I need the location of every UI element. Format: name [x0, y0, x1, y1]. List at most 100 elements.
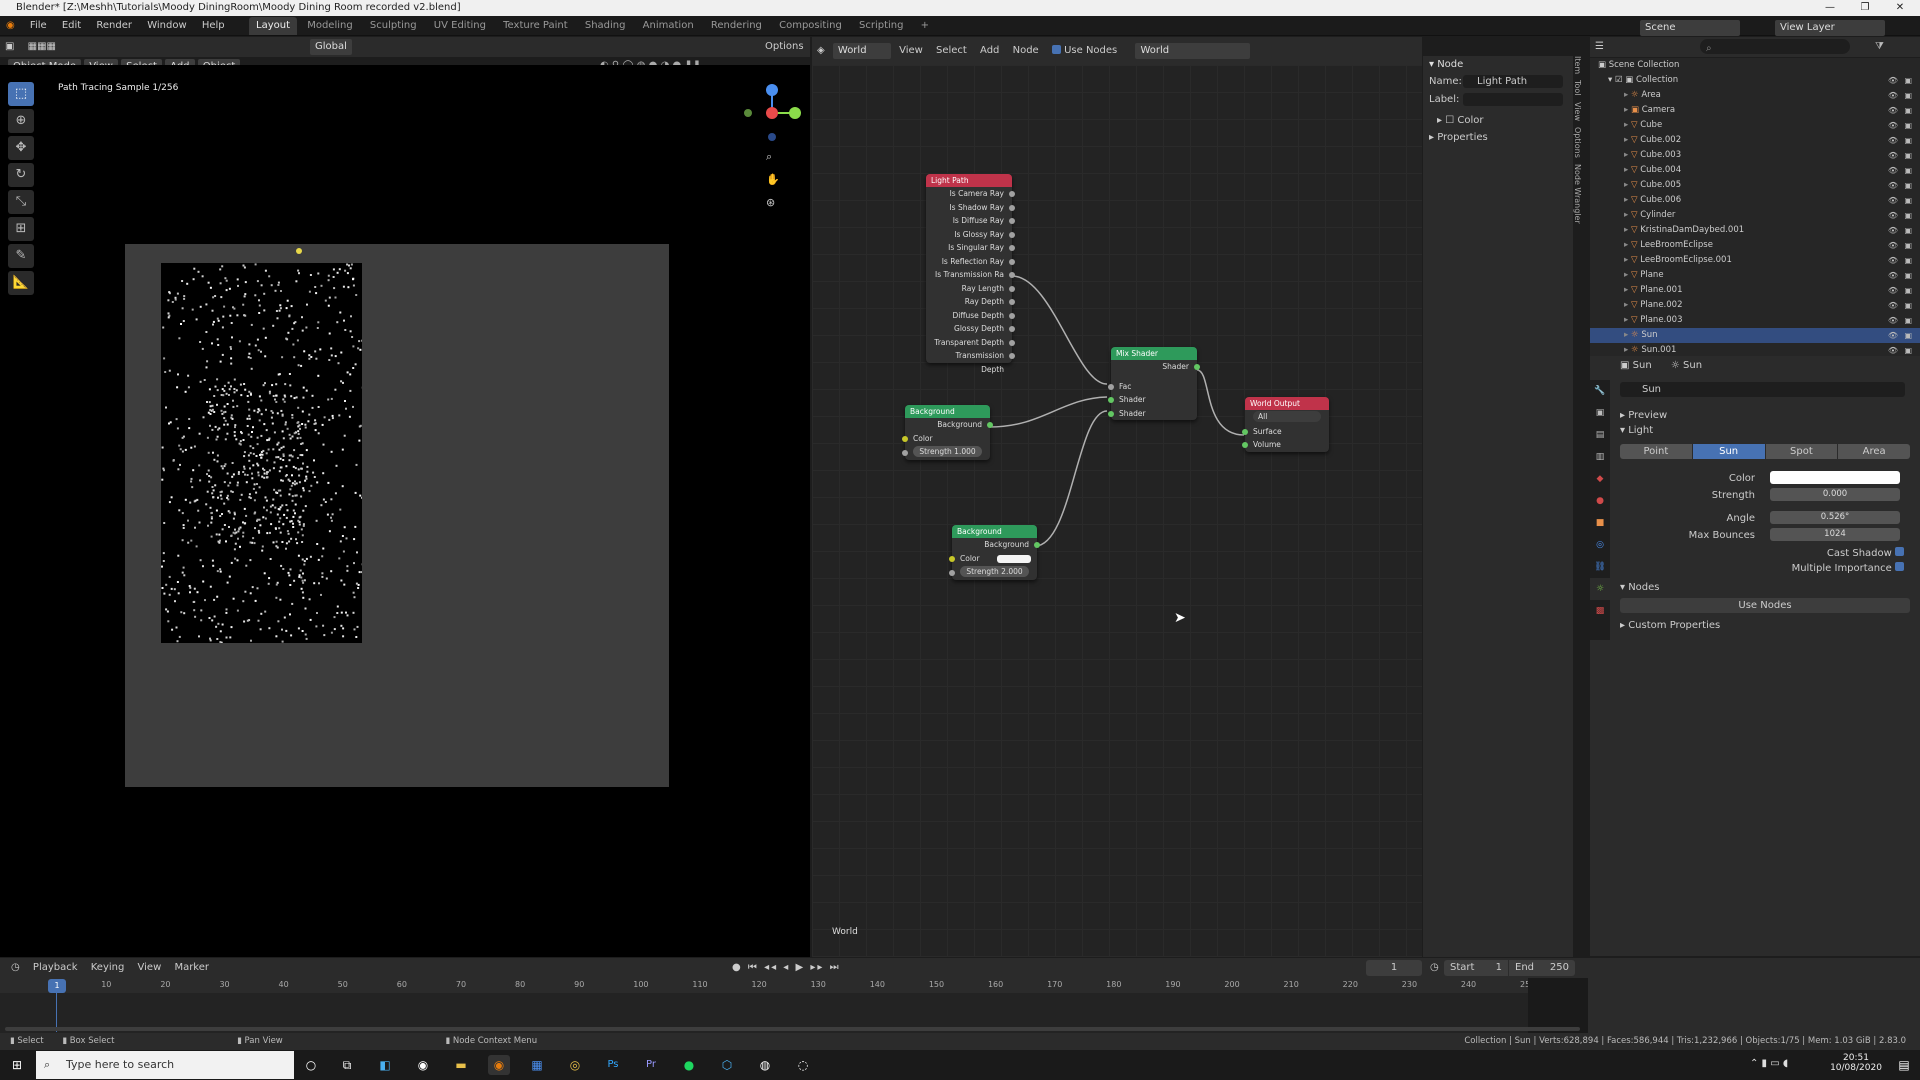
menu-help[interactable]: Help: [196, 16, 231, 36]
scene-selector[interactable]: Scene: [1640, 20, 1740, 36]
outliner-item[interactable]: ▸ ☼ Sun 👁 ▣: [1590, 328, 1920, 343]
current-frame-field[interactable]: 1: [1366, 960, 1422, 976]
tab-scripting[interactable]: Scripting: [852, 17, 910, 35]
app-icon-1[interactable]: ◧: [374, 1055, 396, 1075]
start-frame-field[interactable]: Start 1: [1444, 960, 1508, 976]
calculator-icon[interactable]: ▦: [526, 1055, 548, 1075]
navigation-gizmo[interactable]: ⌕ ✋ ⊛: [738, 80, 808, 210]
menu-render[interactable]: Render: [90, 16, 138, 36]
outliner-item[interactable]: ▸ ▽ Cube.002 👁 ▣: [1590, 133, 1920, 148]
view-layer-tab-icon[interactable]: ▥: [1590, 446, 1610, 468]
output-tab-icon[interactable]: ▤: [1590, 424, 1610, 446]
mix-shader-fac[interactable]: Fac: [1108, 380, 1197, 394]
node-editor-type-icon[interactable]: ◈: [812, 41, 830, 61]
rotate-icon[interactable]: ↻: [8, 163, 34, 187]
sidebar-label-field[interactable]: [1463, 93, 1563, 106]
editor-type-icon[interactable]: ▣: [0, 37, 19, 57]
world-output-surface[interactable]: Surface: [1242, 425, 1329, 439]
nodes-panel-toggle[interactable]: ▾ Nodes: [1620, 580, 1910, 595]
max-bounces-field[interactable]: 1024: [1770, 528, 1900, 541]
minimize-button[interactable]: —: [1815, 0, 1845, 16]
constraints-tab-icon[interactable]: ⛓: [1590, 556, 1610, 578]
view-layer-selector[interactable]: View Layer: [1775, 20, 1885, 36]
node-menu-add[interactable]: Add: [975, 41, 1004, 61]
chrome-icon[interactable]: ◎: [564, 1055, 586, 1075]
app-icon-3[interactable]: ⬡: [716, 1055, 738, 1075]
notifications-icon[interactable]: ▤: [1893, 1055, 1915, 1075]
breadcrumb-object[interactable]: Sun: [1633, 360, 1652, 371]
light-path-output[interactable]: Is Reflection Ray: [926, 255, 1015, 269]
outliner-item[interactable]: ▸ ▽ Cube.006 👁 ▣: [1590, 193, 1920, 208]
texture-tab-icon[interactable]: ▩: [1590, 600, 1610, 622]
tool-tab-icon[interactable]: 🔧: [1590, 380, 1610, 402]
app-icon-2[interactable]: ◉: [412, 1055, 434, 1075]
background-2-strength[interactable]: Strength 2.000: [949, 566, 1037, 580]
scene-tab-icon[interactable]: ◆: [1590, 468, 1610, 490]
use-nodes-button[interactable]: Use Nodes: [1620, 598, 1910, 613]
vtab-tool[interactable]: Tool: [1573, 80, 1582, 96]
outliner-item[interactable]: ▸ ▽ Cube.005 👁 ▣: [1590, 178, 1920, 193]
light-path-output[interactable]: Is Singular Ray: [926, 241, 1015, 255]
timeline-menu-keying[interactable]: Keying: [86, 958, 130, 978]
outliner-item[interactable]: ▸ ▽ Cube.003 👁 ▣: [1590, 148, 1920, 163]
light-path-output[interactable]: Diffuse Depth: [926, 309, 1015, 323]
add-workspace-button[interactable]: +: [914, 17, 936, 35]
node-background-2[interactable]: Background Background Color Strength 2.0…: [949, 525, 1040, 580]
premiere-icon[interactable]: Pr: [640, 1055, 662, 1075]
mix-shader-input-1[interactable]: Shader: [1108, 393, 1197, 407]
background-1-color[interactable]: Color: [902, 432, 990, 446]
light-gizmo[interactable]: [296, 248, 302, 254]
sidebar-color-toggle[interactable]: ▸ ☐ Color: [1423, 109, 1573, 132]
light-angle-field[interactable]: 0.526°: [1770, 511, 1900, 524]
tab-compositing[interactable]: Compositing: [772, 17, 849, 35]
viewport-options[interactable]: Options: [760, 37, 809, 57]
cortana-icon[interactable]: ○: [300, 1055, 322, 1075]
outliner-item[interactable]: ▸ ☼ Area 👁 ▣: [1590, 88, 1920, 103]
playback-controls[interactable]: ● ⏮ ◂◂ ◂ ▶ ▸▸ ⏭: [732, 958, 841, 978]
cursor-icon[interactable]: ⊕: [8, 109, 34, 133]
light-panel-toggle[interactable]: ▾ Light: [1620, 423, 1910, 438]
scale-icon[interactable]: ⤡: [8, 190, 34, 214]
menu-file[interactable]: File: [24, 16, 53, 36]
light-path-output[interactable]: Is Diffuse Ray: [926, 214, 1015, 228]
node-menu-node[interactable]: Node: [1008, 41, 1044, 61]
background-2-color[interactable]: Color: [949, 552, 1037, 566]
light-path-output[interactable]: Is Transmission Ra: [926, 268, 1015, 282]
node-menu-view[interactable]: View: [894, 41, 928, 61]
light-path-output[interactable]: Ray Depth: [926, 295, 1015, 309]
light-datablock-field[interactable]: Sun: [1620, 382, 1905, 397]
light-path-output[interactable]: Ray Length: [926, 282, 1015, 296]
app-icon-4[interactable]: ◍: [754, 1055, 776, 1075]
outliner-editor-icon[interactable]: ☰: [1590, 37, 1609, 57]
timeline-scrollbar[interactable]: [5, 1027, 1580, 1031]
taskbar-clock[interactable]: 20:51 10/08/2020: [1826, 1053, 1886, 1073]
measure-icon[interactable]: 📐: [8, 271, 34, 295]
world-datablock[interactable]: World: [1135, 43, 1251, 59]
tab-modeling[interactable]: Modeling: [300, 17, 360, 35]
light-path-output[interactable]: Transmission Depth: [926, 349, 1015, 374]
outliner-item[interactable]: ▸ ▽ KristinaDamDaybed.001 👁 ▣: [1590, 223, 1920, 238]
outliner-collection[interactable]: ▾ ☑ ▣ Collection 👁 ▣: [1590, 73, 1920, 88]
node-mix-shader[interactable]: Mix Shader Shader Fac Shader Shader: [1108, 347, 1200, 420]
light-type-spot[interactable]: Spot: [1765, 444, 1838, 459]
spotify-icon[interactable]: ●: [678, 1055, 700, 1075]
task-view-icon[interactable]: ⧉: [336, 1055, 358, 1075]
node-world-output[interactable]: World Output All Surface Volume: [1242, 397, 1329, 452]
outliner-item[interactable]: ▸ ▽ Cylinder 👁 ▣: [1590, 208, 1920, 223]
sidebar-node-section[interactable]: ▾ Node: [1423, 56, 1573, 73]
outliner-item[interactable]: ▸ ▽ LeeBroomEclipse 👁 ▣: [1590, 238, 1920, 253]
world-shader-selector[interactable]: World: [832, 43, 891, 59]
menu-window[interactable]: Window: [141, 16, 192, 36]
light-strength-field[interactable]: 0.000: [1770, 488, 1900, 501]
tab-uv-editing[interactable]: UV Editing: [427, 17, 493, 35]
physics-tab-icon[interactable]: ◎: [1590, 534, 1610, 556]
timeline-menu-playback[interactable]: Playback: [28, 958, 83, 978]
transform-orientation[interactable]: Global: [310, 39, 352, 55]
windows-start-icon[interactable]: ⊞: [6, 1055, 28, 1075]
light-path-output[interactable]: Is Glossy Ray: [926, 228, 1015, 242]
breadcrumb-data[interactable]: Sun: [1683, 360, 1702, 371]
tab-animation[interactable]: Animation: [636, 17, 701, 35]
light-type-area[interactable]: Area: [1838, 444, 1910, 459]
vtab-view[interactable]: View: [1573, 102, 1582, 121]
timeline-editor-icon[interactable]: ◷: [6, 958, 25, 978]
